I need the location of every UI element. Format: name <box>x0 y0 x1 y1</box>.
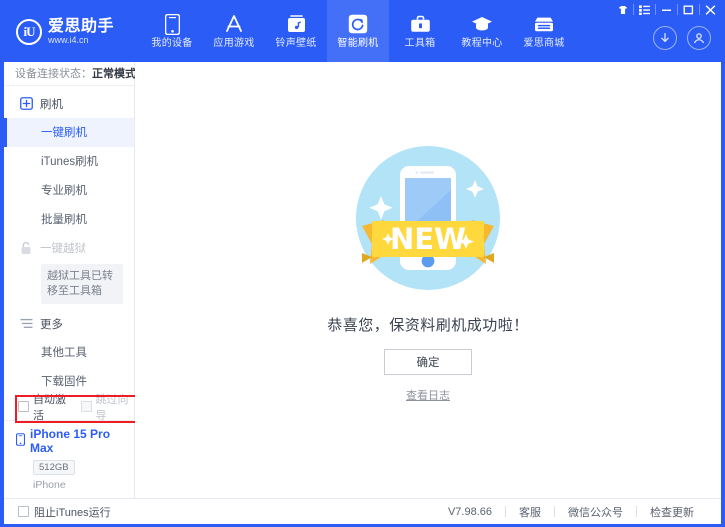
skip-setup-option: 跳过向导 <box>80 391 135 423</box>
app-window: iU 爱思助手 www.i4.cn 我的设备 应用游戏 铃声壁纸 智能刷机 工具… <box>0 0 725 527</box>
minimize-icon[interactable] <box>658 2 675 17</box>
brand-logo[interactable]: iU 爱思助手 www.i4.cn <box>0 0 135 45</box>
sidebar-item-label: iTunes刷机 <box>41 156 99 169</box>
lock-icon <box>18 241 34 255</box>
sidebar-menu: 刷机 一键刷机 iTunes刷机 专业刷机 批量刷机 一键越狱 越狱工具已转移至… <box>4 86 134 393</box>
view-log-link[interactable]: 查看日志 <box>406 387 450 403</box>
sidebar-group-label: 刷机 <box>40 98 63 111</box>
connection-status-value: 正常模式 <box>92 68 136 81</box>
auto-activate-checkbox[interactable] <box>18 401 29 412</box>
brand-name: 爱思助手 <box>48 16 115 35</box>
auto-activate-option[interactable]: 自动激活 <box>18 391 72 423</box>
window-control-divider <box>699 4 700 15</box>
status-bar: 阻止iTunes运行 V7.98.66 客服 微信公众号 检查更新 <box>4 498 721 524</box>
ribbon-text: NEW <box>390 222 466 256</box>
sidebar-item-one-key-flash[interactable]: 一键刷机 <box>4 117 134 147</box>
sidebar-item-label: 一键刷机 <box>41 127 87 140</box>
nav-label: 铃声壁纸 <box>275 38 317 49</box>
nav-label: 工具箱 <box>404 38 436 49</box>
connection-status-label: 设备连接状态： <box>15 68 92 81</box>
nav-label: 爱思商城 <box>523 38 565 49</box>
block-itunes-checkbox[interactable] <box>18 506 29 517</box>
sidebar: 设备连接状态： 正常模式 刷机 一键刷机 iTunes刷机 专业刷机 批量刷机 … <box>4 62 141 498</box>
device-type: iPhone <box>33 479 66 491</box>
sidebar-item-itunes-flash[interactable]: iTunes刷机 <box>4 147 134 176</box>
nav-label: 教程中心 <box>461 38 503 49</box>
sidebar-item-other-tools[interactable]: 其他工具 <box>4 338 134 367</box>
window-controls <box>614 2 719 17</box>
sidebar-group-flash: 刷机 <box>4 90 134 118</box>
sidebar-item-label: 专业刷机 <box>41 185 87 198</box>
connection-status: 设备连接状态： 正常模式 <box>4 62 136 86</box>
skin-icon[interactable] <box>614 2 631 17</box>
connected-device-card[interactable]: iPhone 15 Pro Max 512GB iPhone <box>4 420 134 498</box>
window-control-divider <box>633 4 634 15</box>
block-itunes-label: 阻止iTunes运行 <box>34 506 111 519</box>
brand-url: www.i4.cn <box>48 35 89 45</box>
phone-icon <box>164 13 180 35</box>
maximize-icon[interactable] <box>680 2 697 17</box>
auto-activate-label: 自动激活 <box>33 393 66 422</box>
wechat-official-link[interactable]: 微信公众号 <box>555 504 636 520</box>
device-capacity-badge: 512GB <box>33 460 75 475</box>
nav-item-apps-games[interactable]: 应用游戏 <box>203 0 265 62</box>
sidebar-item-batch-flash[interactable]: 批量刷机 <box>4 205 134 234</box>
download-icon[interactable] <box>653 26 677 50</box>
user-account-icon[interactable] <box>687 26 711 50</box>
sidebar-group-label: 一键越狱 <box>40 242 86 255</box>
device-phone-icon <box>16 433 26 449</box>
block-itunes-option[interactable]: 阻止iTunes运行 <box>18 504 111 520</box>
window-control-divider <box>655 4 656 15</box>
nav-item-toolbox[interactable]: 工具箱 <box>389 0 451 62</box>
nav-item-store[interactable]: 爱思商城 <box>513 0 575 62</box>
logo-mark-icon: iU <box>16 18 42 45</box>
result-message: 恭喜您，保资料刷机成功啦！ <box>327 317 529 334</box>
new-phone-badge-illustration: NEW <box>338 128 518 308</box>
sidebar-bottom: 自动激活 跳过向导 iPhone 15 Pro Max 512GB iPhone <box>4 391 141 498</box>
nav-label: 应用游戏 <box>213 38 255 49</box>
refresh-icon <box>348 13 368 35</box>
sidebar-group-jailbreak: 一键越狱 <box>4 234 134 262</box>
menu-icon[interactable] <box>636 2 653 17</box>
close-icon[interactable] <box>702 2 719 17</box>
nav-item-tutorial-center[interactable]: 教程中心 <box>451 0 513 62</box>
sidebar-group-label: 更多 <box>40 318 63 331</box>
device-title: iPhone 15 Pro Max <box>16 427 134 455</box>
confirm-button[interactable]: 确定 <box>384 349 472 375</box>
check-update-link[interactable]: 检查更新 <box>637 504 707 520</box>
sidebar-item-label: 批量刷机 <box>41 214 87 227</box>
sidebar-item-download-firmware[interactable]: 下载固件 <box>4 367 134 393</box>
skip-setup-label: 跳过向导 <box>95 393 129 422</box>
nav-item-smart-flash[interactable]: 智能刷机 <box>327 0 389 62</box>
body: 设备连接状态： 正常模式 刷机 一键刷机 iTunes刷机 专业刷机 批量刷机 … <box>0 62 725 498</box>
appstore-icon <box>223 13 245 35</box>
main-navigation: 我的设备 应用游戏 铃声壁纸 智能刷机 工具箱 教程中心 爱思商城 <box>141 0 575 62</box>
store-icon <box>533 13 555 35</box>
more-list-icon <box>18 318 34 329</box>
main-content: NEW 恭喜您，保资料刷机成功啦！ 确定 查看日志 <box>135 62 721 498</box>
version-label: V7.98.66 <box>447 505 492 518</box>
flash-options-row: 自动激活 跳过向导 <box>4 391 141 423</box>
nav-label: 智能刷机 <box>337 38 379 49</box>
sidebar-item-pro-flash[interactable]: 专业刷机 <box>4 176 134 205</box>
sidebar-group-more: 更多 <box>4 310 134 338</box>
skip-setup-checkbox <box>80 401 92 412</box>
nav-label: 我的设备 <box>151 38 193 49</box>
header: iU 爱思助手 www.i4.cn 我的设备 应用游戏 铃声壁纸 智能刷机 工具… <box>0 0 725 62</box>
music-icon <box>287 13 306 35</box>
toolbox-icon <box>410 13 431 35</box>
jailbreak-tooltip: 越狱工具已转移至工具箱 <box>41 263 123 304</box>
customer-service-link[interactable]: 客服 <box>506 504 554 520</box>
sidebar-item-label: 下载固件 <box>41 376 87 389</box>
status-bar-right: V7.98.66 客服 微信公众号 检查更新 <box>435 504 707 520</box>
device-name: iPhone 15 Pro Max <box>30 427 111 455</box>
sidebar-item-label: 其他工具 <box>41 347 87 360</box>
nav-item-my-device[interactable]: 我的设备 <box>141 0 203 62</box>
graduation-icon <box>471 13 493 35</box>
nav-item-ringtones-wallpapers[interactable]: 铃声壁纸 <box>265 0 327 62</box>
window-control-divider <box>677 4 678 15</box>
header-actions <box>653 26 711 50</box>
flash-icon <box>18 97 34 111</box>
